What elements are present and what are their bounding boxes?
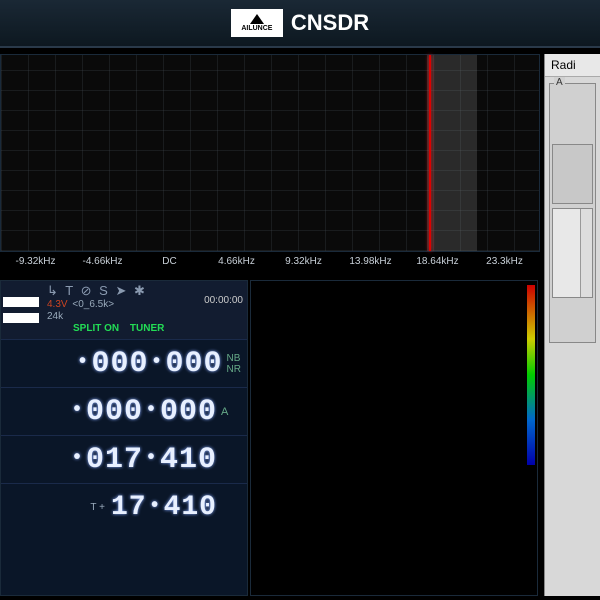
spectrum-panel: -9.32kHz -4.66kHz DC 4.66kHz 9.32kHz 13.… (0, 54, 540, 280)
xtick: -4.66kHz (69, 256, 136, 267)
signal-icon: S (99, 283, 110, 298)
side-group-a: A (549, 83, 596, 343)
freq-row-b[interactable]: •000•000 A (1, 387, 247, 435)
tx-offset-prefix: T + (90, 502, 105, 513)
xtick: 9.32kHz (270, 256, 337, 267)
xtick: 18.64kHz (404, 256, 471, 267)
radio-tab[interactable]: Radi (545, 54, 600, 77)
freq-display-a: •000•000 (74, 347, 222, 381)
freq-row-a[interactable]: •000•000 NB NR (1, 339, 247, 387)
samplerate-readout: 24k (47, 311, 63, 322)
title-bar: AILUNCE CNSDR (0, 0, 600, 48)
meter-bar (3, 297, 39, 307)
xtick: DC (136, 256, 203, 267)
split-indicator[interactable]: SPLIT ON (73, 323, 119, 334)
app-title: CNSDR (291, 10, 369, 36)
group-label-a: A (554, 77, 565, 88)
freq-display-d: 17•410 (111, 492, 217, 523)
freq-display-b: •000•000 (69, 395, 217, 429)
freq-display-c: •017•410 (69, 443, 217, 477)
meter-bar (3, 313, 39, 323)
freq-row-d[interactable]: T + 17•410 (1, 483, 247, 531)
spectrum-display[interactable] (0, 54, 540, 252)
voltage-readout: 4.3V (47, 299, 68, 310)
waterfall-display[interactable] (250, 280, 538, 596)
freq-row-c[interactable]: •017•410 (1, 435, 247, 483)
side-subgroup-2 (552, 208, 593, 298)
nav-icon: ➤ (115, 283, 128, 298)
block-icon: ⊘ (81, 283, 94, 298)
brand-logo: AILUNCE (231, 9, 283, 37)
xtick: -9.32kHz (2, 256, 69, 267)
scrollbar[interactable] (580, 209, 592, 297)
xtick: 4.66kHz (203, 256, 270, 267)
xtick: 23.3kHz (471, 256, 538, 267)
spectrum-x-axis: -9.32kHz -4.66kHz DC 4.66kHz 9.32kHz 13.… (0, 252, 540, 267)
status-block: ↳ T ⊘ S ➤ ✱ 4.3V <0_6.5k> 00:00:00 24k S… (43, 281, 247, 339)
brand-text: AILUNCE (241, 25, 272, 32)
side-panel: Radi A (544, 54, 600, 596)
nr-label[interactable]: NR (227, 364, 241, 375)
bluetooth-icon: ✱ (134, 283, 147, 298)
status-row: ↳ T ⊘ S ➤ ✱ 4.3V <0_6.5k> 00:00:00 24k S… (1, 281, 247, 339)
side-subgroup-1 (552, 144, 593, 204)
signal-meters (1, 281, 43, 339)
nb-label[interactable]: NB (227, 353, 241, 364)
tuner-indicator[interactable]: TUNER (130, 323, 164, 334)
link-icon: ↳ (47, 283, 60, 298)
waterfall-colorbar (527, 285, 535, 465)
timer-readout: 00:00:00 (204, 295, 243, 306)
tune-cursor[interactable] (429, 55, 431, 251)
xtick: 13.98kHz (337, 256, 404, 267)
filter-readout: <0_6.5k> (72, 299, 114, 310)
passband-selection[interactable] (427, 55, 477, 251)
antenna-icon: T (65, 283, 75, 298)
radio-control-panel: ↳ T ⊘ S ➤ ✱ 4.3V <0_6.5k> 00:00:00 24k S… (0, 280, 248, 596)
vfo-a-label[interactable]: A (221, 406, 241, 418)
